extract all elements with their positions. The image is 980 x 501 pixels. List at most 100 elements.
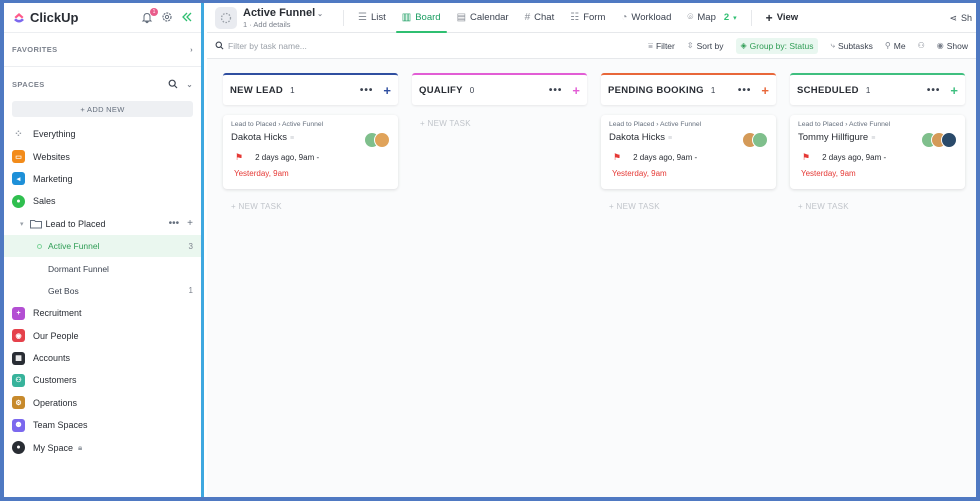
chevron-down-icon[interactable]: ⌄ <box>186 80 193 89</box>
sidebar-item-marketing[interactable]: ◂ Marketing <box>4 168 201 190</box>
tab-label: Board <box>415 12 441 23</box>
sidebar-item-everything[interactable]: ⁘ Everything <box>4 123 201 145</box>
add-task-icon[interactable]: + <box>950 83 958 98</box>
priority-flag-icon[interactable]: ⚑ <box>802 152 810 163</box>
task-card[interactable]: Lead to Placed › Active Funnel Tommy Hil… <box>790 115 965 189</box>
list-subtitle[interactable]: 1 · Add details <box>243 20 323 29</box>
column-count: 1 <box>710 85 716 95</box>
notifications-bell-icon[interactable]: 1 <box>141 7 158 24</box>
new-task-button[interactable]: + NEW TASK <box>412 119 587 128</box>
sidebar-item-accounts[interactable]: ▦ Accounts <box>4 347 201 369</box>
more-options-icon[interactable]: ••• <box>360 85 374 96</box>
group-by-button[interactable]: ◈ Group by: Status <box>735 37 819 54</box>
chevron-down-icon: ⌄ <box>317 10 323 18</box>
add-task-icon[interactable]: + <box>383 83 391 98</box>
task-due-date[interactable]: Yesterday, 9am <box>798 169 957 178</box>
caret-down-icon[interactable]: ▾ <box>20 220 24 228</box>
sidebar-item-recruitment[interactable]: + Recruitment <box>4 302 201 324</box>
task-name[interactable]: Tommy Hillfigure <box>798 132 868 143</box>
task-due-date[interactable]: Yesterday, 9am <box>231 169 390 178</box>
divider <box>343 9 344 26</box>
column-count: 1 <box>290 85 295 95</box>
sidebar-list-get-bos[interactable]: Get Bos 1 <box>4 280 201 302</box>
avatar <box>941 132 957 148</box>
task-breadcrumb[interactable]: Lead to Placed › Active Funnel <box>609 121 768 128</box>
add-task-icon[interactable]: + <box>761 83 769 98</box>
sidebar-list-dormant-funnel[interactable]: Dormant Funnel <box>4 257 201 279</box>
column-header[interactable]: PENDING BOOKING 1 ••• + <box>601 73 776 105</box>
sidebar-item-label: Websites <box>33 151 70 162</box>
column-header[interactable]: SCHEDULED 1 ••• + <box>790 73 965 105</box>
more-options-icon[interactable]: ••• <box>738 85 752 96</box>
task-name[interactable]: Dakota Hicks <box>231 132 287 143</box>
assignees[interactable] <box>921 132 957 148</box>
me-filter-button[interactable]: ⚲ Me <box>885 41 906 51</box>
new-task-button[interactable]: + NEW TASK <box>790 202 965 211</box>
task-card[interactable]: Lead to Placed › Active Funnel Dakota Hi… <box>601 115 776 189</box>
settings-gear-icon[interactable] <box>161 11 173 25</box>
more-options-icon[interactable]: ••• <box>169 218 180 229</box>
collapse-sidebar-icon[interactable] <box>181 11 193 25</box>
task-search-input[interactable]: Filter by task name... <box>215 41 325 51</box>
priority-flag-icon[interactable]: ⚑ <box>235 152 243 163</box>
assignees-button[interactable]: ⚇ <box>918 41 925 50</box>
search-icon[interactable] <box>168 79 178 89</box>
column-header[interactable]: NEW LEAD 1 ••• + <box>223 73 398 105</box>
spaces-section: SPACES ⌄ <box>4 67 201 101</box>
group-by-label: Group by: Status <box>749 40 814 51</box>
chevron-right-icon: › <box>190 45 193 54</box>
favorites-section[interactable]: FAVORITES › <box>4 33 201 67</box>
description-icon: ≡ <box>289 135 295 142</box>
sort-button[interactable]: ⇳ Sort by <box>687 41 724 51</box>
task-updated: 2 days ago, 9am - <box>822 153 887 162</box>
task-due-date[interactable]: Yesterday, 9am <box>609 169 768 178</box>
column-header[interactable]: QUALIFY 0 ••• + <box>412 73 587 105</box>
tab-board[interactable]: ▥ Board <box>394 3 449 33</box>
search-placeholder: Filter by task name... <box>228 40 307 51</box>
filter-button[interactable]: ⩸ Filter <box>648 41 675 51</box>
sidebar-folder-lead-to-placed[interactable]: ▾ Lead to Placed ••• + <box>4 213 201 235</box>
add-new-space-button[interactable]: + ADD NEW <box>12 101 193 117</box>
sidebar-list-active-funnel[interactable]: Active Funnel 3 <box>4 234 201 258</box>
tab-list[interactable]: ☰ List <box>350 3 394 33</box>
tab-label: List <box>370 12 386 23</box>
task-card[interactable]: Lead to Placed › Active Funnel Dakota Hi… <box>223 115 398 189</box>
task-name[interactable]: Dakota Hicks <box>609 132 665 143</box>
sidebar-item-sales[interactable]: ● Sales <box>4 190 201 212</box>
more-options-icon[interactable]: ••• <box>549 85 563 96</box>
chat-icon: ● <box>12 194 25 208</box>
sort-label: Sort by <box>696 40 724 51</box>
priority-flag-icon[interactable]: ⚑ <box>613 152 621 163</box>
assignees[interactable] <box>742 132 768 148</box>
list-title-block[interactable]: Active Funnel ⌄ 1 · Add details <box>243 7 323 29</box>
tab-form[interactable]: ☷ Form <box>562 3 613 33</box>
show-button[interactable]: ◉ Show <box>937 41 968 51</box>
sidebar-item-our-people[interactable]: ◉ Our People <box>4 325 201 347</box>
sidebar-item-customers[interactable]: ⚇ Customers <box>4 369 201 391</box>
task-breadcrumb[interactable]: Lead to Placed › Active Funnel <box>798 121 957 128</box>
subtasks-button[interactable]: ⤷ Subtasks <box>830 41 872 51</box>
team-icon: ⚉ <box>12 418 25 432</box>
sidebar-item-operations[interactable]: ⚙ Operations <box>4 392 201 414</box>
tab-workload[interactable]: ◔ Workload <box>613 3 679 33</box>
share-button[interactable]: ⋖ Sh <box>949 3 976 33</box>
task-breadcrumb[interactable]: Lead to Placed › Active Funnel <box>231 121 390 128</box>
list-status-icon[interactable] <box>215 6 237 29</box>
new-task-button[interactable]: + NEW TASK <box>601 202 776 211</box>
user-icon: ⚲ <box>884 41 891 50</box>
add-icon[interactable]: + <box>187 218 193 229</box>
tab-map[interactable]: ⌾ Map 2 ▾ <box>679 3 744 33</box>
more-options-icon[interactable]: ••• <box>927 85 941 96</box>
more-views-count[interactable]: 2 <box>724 12 729 23</box>
add-task-icon[interactable]: + <box>572 83 580 98</box>
tab-calendar[interactable]: ▤ Calendar <box>449 3 517 33</box>
sidebar-item-websites[interactable]: ▭ Websites <box>4 145 201 167</box>
list-status-dot-icon <box>37 243 42 249</box>
tab-chat[interactable]: # Chat <box>517 3 563 33</box>
add-view-button[interactable]: + View <box>758 3 807 33</box>
assignees[interactable] <box>364 132 390 148</box>
column-count: 1 <box>865 85 871 95</box>
new-task-button[interactable]: + NEW TASK <box>223 202 398 211</box>
sidebar-item-team-spaces[interactable]: ⚉ Team Spaces <box>4 414 201 436</box>
sidebar-item-my-space[interactable]: ● My Space 🔒︎ <box>4 436 201 458</box>
